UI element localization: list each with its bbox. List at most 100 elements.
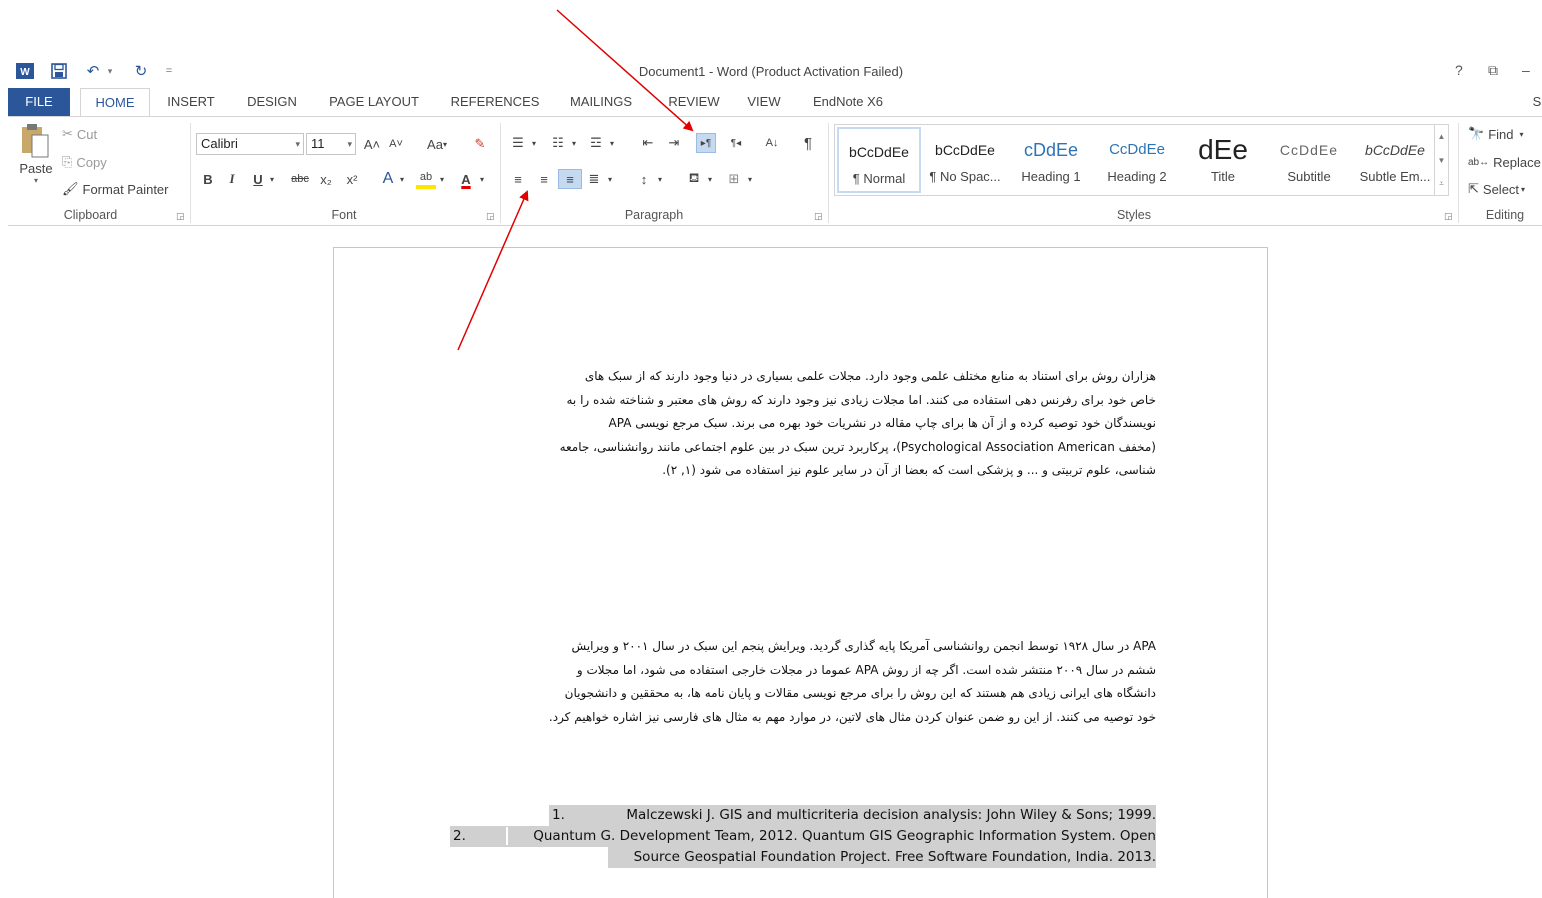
scissors-icon: ✂: [62, 126, 73, 141]
reference-text: Source Geospatial Foundation Project. Fr…: [633, 849, 1156, 865]
paste-icon: [22, 124, 49, 158]
reference-item-1[interactable]: 1. Malczewski J. GIS and multicriteria d…: [549, 805, 1156, 826]
rtl-direction-button[interactable]: ¶◂: [726, 133, 746, 153]
minimize-button[interactable]: –: [1522, 62, 1530, 78]
reference-text: Quantum G. Development Team, 2012. Quant…: [533, 828, 1156, 844]
tab-file[interactable]: FILE: [8, 88, 70, 116]
tab-view[interactable]: VIEW: [740, 88, 788, 116]
highlight-dropdown-icon[interactable]: ▾: [436, 169, 448, 189]
tab-endnote[interactable]: EndNote X6: [808, 88, 888, 116]
window-title: Document1 - Word (Product Activation Fai…: [638, 64, 904, 79]
tab-mailings[interactable]: MAILINGS: [561, 88, 641, 116]
tab-home[interactable]: HOME: [80, 88, 150, 117]
gallery-scroll-up-icon[interactable]: ▲: [1434, 125, 1448, 149]
font-name-combo[interactable]: Calibri ▾: [196, 133, 304, 155]
align-left-icon[interactable]: ≡: [508, 169, 528, 189]
change-case-icon[interactable]: Aa ▾: [420, 134, 454, 154]
multilevel-list-dropdown-icon[interactable]: ▾: [606, 133, 618, 153]
help-button[interactable]: ?: [1455, 62, 1463, 78]
find-button[interactable]: 🔭 Find ▾: [1468, 124, 1524, 144]
show-formatting-marks-button[interactable]: ¶: [798, 133, 818, 153]
cursor-icon: ⇱: [1468, 181, 1479, 196]
font-group-label: Font: [331, 208, 357, 222]
tab-insert[interactable]: INSERT: [160, 88, 222, 116]
strikethrough-button[interactable]: abc: [288, 169, 312, 189]
justify-icon[interactable]: ≣: [584, 169, 604, 189]
select-dropdown-icon: ▾: [1521, 184, 1526, 194]
font-size-combo[interactable]: 11 ▾: [306, 133, 356, 155]
underline-button[interactable]: U: [248, 169, 268, 189]
highlight-color-icon[interactable]: ab: [416, 169, 436, 189]
tab-design[interactable]: DESIGN: [240, 88, 304, 116]
tab-references[interactable]: REFERENCES: [448, 88, 542, 116]
cut-button[interactable]: ✂ Cut: [62, 124, 97, 144]
style-no-spacing[interactable]: bCcDdEe ¶ No Spac...: [923, 127, 1007, 193]
ribbon-display-options-icon[interactable]: ⧉: [1488, 62, 1498, 79]
align-center-icon[interactable]: ≡: [534, 169, 554, 189]
sort-button[interactable]: A↓: [762, 133, 782, 153]
italic-button[interactable]: I: [222, 169, 242, 189]
multilevel-list-icon[interactable]: ☲: [586, 133, 606, 153]
clipboard-group-label: Clipboard: [63, 208, 118, 222]
group-divider: [190, 123, 191, 223]
style-normal[interactable]: bCcDdEe ¶ Normal: [837, 127, 921, 193]
document-paragraph-1[interactable]: هزاران روش برای استناد به منابع مختلف عل…: [560, 365, 1156, 483]
style-heading-2[interactable]: CcDdEe Heading 2: [1095, 127, 1179, 193]
line-spacing-icon[interactable]: ↕: [634, 169, 654, 189]
shading-dropdown-icon[interactable]: ▾: [704, 169, 716, 189]
numbering-icon[interactable]: ☷: [548, 133, 568, 153]
clipboard-launcher-icon[interactable]: ◲: [176, 211, 185, 222]
paste-button[interactable]: Paste ▾: [14, 123, 58, 197]
borders-icon[interactable]: ⊞: [724, 169, 744, 189]
copy-icon: ⎘: [62, 154, 73, 169]
ltr-direction-button[interactable]: ▸¶: [696, 133, 716, 153]
tab-page-layout[interactable]: PAGE LAYOUT: [322, 88, 426, 116]
font-launcher-icon[interactable]: ◲: [486, 211, 495, 222]
subscript-button[interactable]: x₂: [316, 169, 336, 189]
styles-launcher-icon[interactable]: ◲: [1444, 211, 1453, 222]
gallery-more-icon[interactable]: ⩡: [1434, 173, 1448, 195]
document-page[interactable]: [333, 247, 1268, 898]
style-subtitle[interactable]: CcDdEe Subtitle: [1267, 127, 1351, 193]
select-button[interactable]: ⇱ Select ▾: [1468, 179, 1525, 199]
clear-formatting-icon[interactable]: ✎: [470, 134, 490, 154]
justify-dropdown-icon[interactable]: ▾: [604, 169, 616, 189]
group-divider: [1458, 123, 1459, 223]
format-painter-button[interactable]: 🖌 Format Painter: [62, 179, 169, 199]
font-color-dropdown-icon[interactable]: ▾: [476, 169, 488, 189]
align-right-icon[interactable]: ≡: [558, 169, 582, 189]
bullets-dropdown-icon[interactable]: ▾: [528, 133, 540, 153]
superscript-button[interactable]: x²: [342, 169, 362, 189]
paragraph-line: شناسی، علوم تربیتی و ... و پزشکی است که …: [662, 463, 1156, 477]
shading-icon[interactable]: ⛾: [684, 169, 704, 189]
numbering-dropdown-icon[interactable]: ▾: [568, 133, 580, 153]
replace-button[interactable]: ab↔ Replace: [1468, 152, 1541, 172]
copy-button[interactable]: ⎘ Copy: [62, 152, 107, 172]
increase-indent-icon[interactable]: ⇥: [664, 133, 684, 153]
tabs-overflow: S: [1532, 94, 1542, 109]
line-spacing-dropdown-icon[interactable]: ▾: [654, 169, 666, 189]
ribbon-tabs: FILE HOME INSERT DESIGN PAGE LAYOUT REFE…: [8, 88, 1542, 117]
bullets-icon[interactable]: ☰: [508, 133, 528, 153]
bold-button[interactable]: B: [198, 169, 218, 189]
decrease-indent-icon[interactable]: ⇤: [638, 133, 658, 153]
text-effects-icon[interactable]: A: [378, 169, 398, 189]
group-divider: [828, 123, 829, 223]
text-effects-dropdown-icon[interactable]: ▾: [396, 169, 408, 189]
tab-review[interactable]: REVIEW: [660, 88, 728, 116]
style-subtle-emphasis[interactable]: bCcDdEe Subtle Em...: [1353, 127, 1437, 193]
underline-dropdown-icon[interactable]: ▾: [266, 169, 278, 189]
style-title[interactable]: dEe Title: [1181, 127, 1265, 193]
grow-font-icon[interactable]: A˄: [362, 134, 382, 154]
gallery-scroll-down-icon[interactable]: ▼: [1434, 149, 1448, 173]
reference-number: 1.: [552, 807, 565, 823]
document-paragraph-2[interactable]: APA در سال ۱۹۲۸ توسط انجمن روانشناسی آمر…: [549, 635, 1156, 729]
borders-dropdown-icon[interactable]: ▾: [744, 169, 756, 189]
shrink-font-icon[interactable]: A˅: [386, 134, 406, 154]
paragraph-line: APA در سال ۱۹۲۸ توسط انجمن روانشناسی آمر…: [571, 639, 1156, 653]
font-color-icon[interactable]: A: [456, 169, 476, 189]
style-heading-1[interactable]: cDdEe Heading 1: [1009, 127, 1093, 193]
paragraph-launcher-icon[interactable]: ◲: [814, 211, 823, 222]
reference-item-2[interactable]: 2. Quantum G. Development Team, 2012. Qu…: [450, 826, 1156, 847]
paragraph-line: دانشگاه های ایرانی زیادی هم هستند که این…: [564, 686, 1156, 700]
